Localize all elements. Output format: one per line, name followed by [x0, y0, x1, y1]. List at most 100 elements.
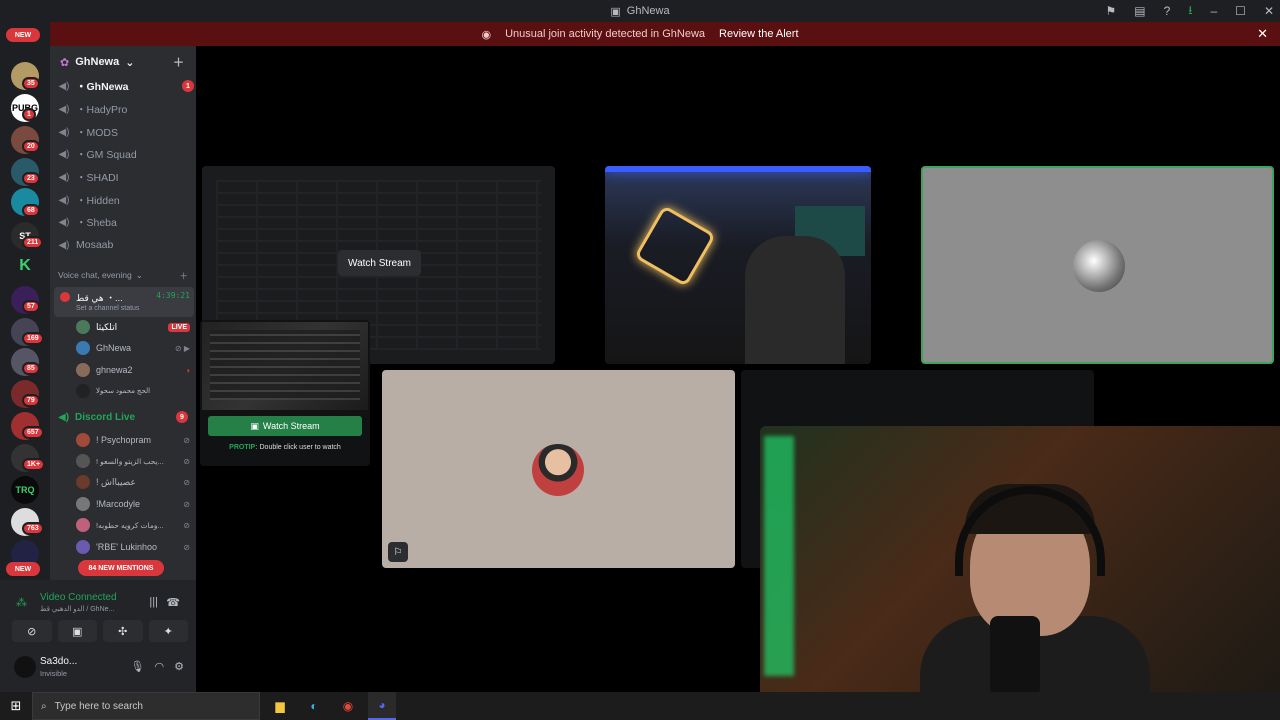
server-icon[interactable]: TRQ	[11, 476, 39, 504]
current-user[interactable]: Sa3do... Invisible 🎙 ◠ ⚙	[10, 652, 190, 682]
windows-taskbar: ⊞ ⌕ Type here to search ▆ ◐ ◉ ◕	[0, 692, 1280, 720]
speaker-icon: ◀)	[58, 148, 70, 160]
minimize-button[interactable]: –	[1210, 4, 1217, 18]
user-name: !ومات كرويه حطوبه...	[96, 520, 164, 530]
voice-user[interactable]: اتلكيثا LIVE	[76, 318, 190, 336]
discord-icon[interactable]: ◕	[368, 692, 396, 720]
server-badge: 68	[22, 204, 40, 217]
soundboard-button[interactable]: ✦	[148, 620, 188, 642]
chevron-down-icon: ⌄	[125, 56, 135, 69]
avatar	[14, 656, 36, 678]
channel-item[interactable]: ◀) ・HadyPro	[58, 99, 194, 119]
channel-item[interactable]: ◀) ・GM Squad	[58, 144, 194, 164]
activities-button[interactable]: ✣	[103, 620, 143, 642]
channel-item[interactable]: ◀) Mosaab	[58, 235, 194, 255]
speaker-icon: ◀)	[58, 411, 70, 423]
disconnect-icon[interactable]: ☎	[166, 596, 180, 609]
share-screen-button[interactable]: ▣	[57, 620, 97, 642]
pin-icon[interactable]: ⚐	[388, 542, 408, 562]
flag-icon[interactable]: ⚑	[1105, 4, 1116, 18]
user-status: Invisible	[40, 669, 68, 678]
active-voice-channel[interactable]: هي قط ・... 4:39:21 Set a channel status	[54, 287, 194, 317]
voice-user[interactable]: 'RBE' Lukinhoo ⊘	[76, 538, 190, 556]
signal-icon[interactable]: ⁂	[16, 596, 27, 609]
speaking-user-tile[interactable]	[921, 166, 1274, 364]
kick-icon[interactable]: K	[11, 252, 39, 280]
server-badge: 23	[22, 172, 40, 185]
maximize-button[interactable]: ☐	[1235, 4, 1246, 18]
server-badge: 85	[22, 362, 40, 375]
voice-user[interactable]: !ومات كرويه حطوبه... ⊘	[76, 516, 190, 534]
discord-live-channel[interactable]: ◀) Discord Live 9	[58, 411, 188, 423]
deafened-icon: ◑	[185, 365, 190, 375]
noise-suppression-icon[interactable]: |||	[149, 596, 158, 608]
add-channel-icon[interactable]: ＋	[179, 270, 188, 282]
title-bar: ▣ GhNewa ⚑ ▤ ? ⭳ – ☐ ✕	[0, 0, 1280, 22]
webcam-tile[interactable]	[605, 166, 871, 364]
new-mentions-pill[interactable]: 84 NEW MENTIONS	[78, 560, 164, 576]
speaker-icon: ◀)	[58, 171, 70, 183]
help-icon[interactable]: ?	[1164, 4, 1171, 18]
channel-item[interactable]: ◀) ・Sheba	[58, 212, 194, 232]
voice-user[interactable]: ! يحب الزيتو والسعو... ⊘	[76, 452, 190, 470]
chrome-icon[interactable]: ◉	[334, 692, 362, 720]
muted-icon: ⊘	[183, 542, 190, 552]
popup-watch-stream-button[interactable]: ▣ Watch Stream	[208, 416, 362, 436]
close-alert-icon[interactable]: ✕	[1257, 26, 1268, 42]
file-explorer-icon[interactable]: ▆	[266, 692, 294, 720]
voice-user[interactable]: !Marcodyle ⊘	[76, 495, 190, 513]
channel-item[interactable]: ◀) ・GhNewa 1	[58, 76, 194, 96]
review-alert-link[interactable]: Review the Alert	[719, 28, 798, 40]
user-name: ! Psychopram	[96, 435, 152, 445]
stream-thumbnail[interactable]	[202, 322, 368, 410]
user-name: 'RBE' Lukinhoo	[96, 542, 157, 552]
add-member-icon[interactable]: ＋	[173, 54, 184, 70]
download-icon[interactable]: ⭳	[1188, 1, 1192, 22]
user-name: اتلكيثا	[96, 321, 118, 332]
new-pill-top[interactable]: NEW	[6, 28, 40, 42]
windows-start-icon[interactable]: ⊞	[0, 698, 32, 714]
channel-item[interactable]: ◀) ・MODS	[58, 122, 194, 142]
new-pill-bottom[interactable]: NEW	[6, 562, 40, 576]
avatar	[76, 497, 90, 511]
voice-user[interactable]: ! Psychopram ⊘	[76, 431, 190, 449]
voice-controls: ⊘ ▣ ✣ ✦	[12, 620, 188, 642]
server-badge: 169	[22, 332, 44, 345]
server-header[interactable]: ✿ GhNewa ⌄ ＋	[50, 46, 196, 78]
video-stage: Watch Stream ⚐ ▣ Watch Stream PROTIP: Dou…	[196, 46, 1280, 692]
stream-preview-popup: ▣ Watch Stream PROTIP: Double click user …	[200, 320, 370, 466]
channel-name: Mosaab	[76, 239, 114, 251]
muted-icon: ⊘	[183, 456, 190, 466]
hex-light	[634, 205, 716, 287]
screen-share-icon: ▣	[72, 625, 83, 638]
server-badge: 20	[22, 140, 40, 153]
camera-off-button[interactable]: ⊘	[12, 620, 52, 642]
channel-name: ・Hidden	[76, 194, 120, 207]
taskbar-search[interactable]: ⌕ Type here to search	[32, 692, 260, 720]
gear-icon[interactable]: ⚙	[174, 660, 184, 673]
channel-status[interactable]: Set a channel status	[76, 305, 139, 312]
user-tile[interactable]: ⚐	[382, 370, 735, 568]
channel-name: ・SHADI	[76, 171, 119, 184]
channel-name: ・HadyPro	[76, 103, 128, 116]
speaker-icon: ◀)	[58, 80, 70, 92]
microphone-icon[interactable]: 🎙	[131, 660, 145, 673]
voice-user[interactable]: الحج محمود سحولا	[76, 382, 190, 400]
neon-sign	[764, 436, 794, 676]
channel-item[interactable]: ◀) ・Hidden	[58, 190, 194, 210]
voice-user[interactable]: ! عصيبااش ⊘	[76, 473, 190, 491]
headphones-icon[interactable]: ◠	[155, 660, 165, 673]
channel-count-badge: 9	[176, 411, 188, 423]
watch-stream-button[interactable]: Watch Stream	[338, 250, 421, 276]
voice-user[interactable]: ghnewa2 ◑	[76, 361, 190, 379]
inbox-icon[interactable]: ▤	[1134, 4, 1145, 18]
close-window-button[interactable]: ✕	[1264, 4, 1274, 18]
voice-category[interactable]: Voice chat, evening ⌄ ＋	[58, 270, 188, 282]
channel-item[interactable]: ◀) ・SHADI	[58, 167, 194, 187]
channel-name: ・MODS	[76, 126, 118, 139]
edge-icon[interactable]: ◐	[300, 692, 328, 720]
protip-label: PROTIP:	[229, 444, 258, 451]
connection-status[interactable]: Video Connected	[40, 592, 117, 603]
voice-user[interactable]: GhNewa ⊘ ▶	[76, 339, 190, 357]
alert-message: Unusual join activity detected in GhNewa	[505, 28, 706, 40]
